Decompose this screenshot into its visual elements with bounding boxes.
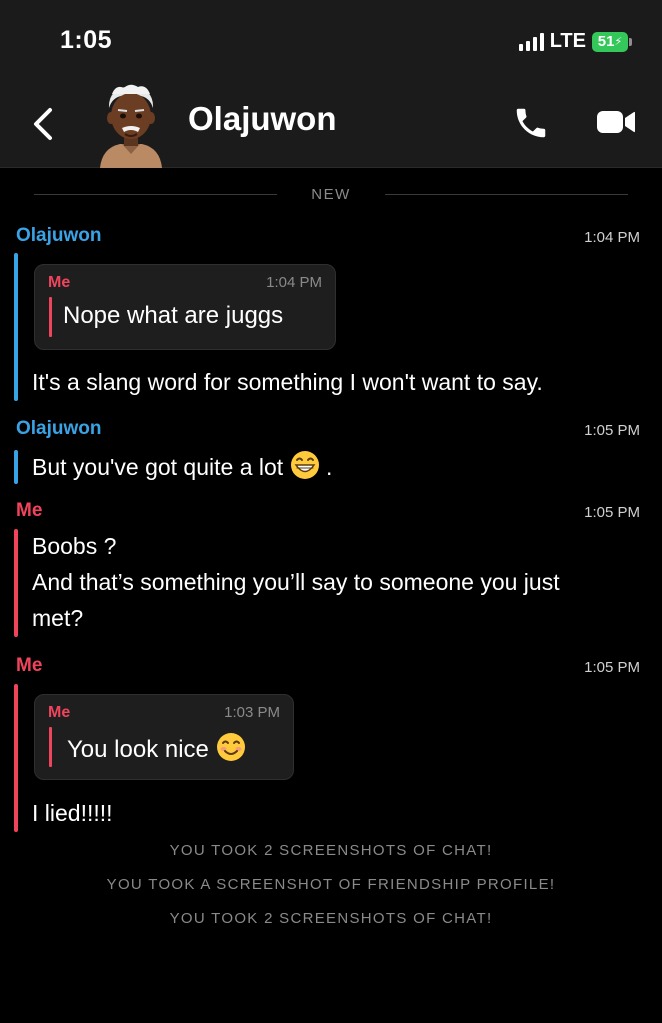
- message-text-line[interactable]: met?: [32, 600, 83, 636]
- message-bar: [14, 529, 18, 637]
- message-text-line[interactable]: Boobs ?: [32, 528, 116, 564]
- status-time: 1:05: [60, 26, 113, 54]
- back-arrow-icon[interactable]: [28, 104, 58, 144]
- message-sender: Me: [16, 655, 43, 676]
- message-time: 1:05 PM: [584, 659, 640, 676]
- quote-time: 1:03 PM: [224, 704, 280, 721]
- message-text[interactable]: I lied!!!!!: [32, 795, 113, 831]
- quote-time: 1:04 PM: [266, 274, 322, 291]
- quote-text-content: You look nice: [67, 736, 209, 763]
- message-time: 1:05 PM: [584, 422, 640, 439]
- divider-line: [384, 193, 628, 195]
- quoted-message[interactable]: Me 1:04 PM Nope what are juggs: [34, 264, 336, 350]
- message-bar: [14, 684, 18, 832]
- message-time: 1:05 PM: [584, 504, 640, 521]
- new-messages-divider: NEW: [34, 184, 628, 204]
- video-camera-icon[interactable]: [596, 106, 636, 138]
- message-bar: [14, 253, 18, 401]
- message-sender: Olajuwon: [16, 418, 102, 439]
- message-sender: Me: [16, 500, 43, 521]
- system-notice: YOU TOOK 2 SCREENSHOTS OF CHAT!: [169, 910, 493, 927]
- contact-name[interactable]: Olajuwon: [188, 100, 337, 138]
- system-notice: YOU TOOK A SCREENSHOT OF FRIENDSHIP PROF…: [106, 876, 556, 893]
- message-bar: [14, 450, 18, 484]
- message-text-content: But you've got quite a lot: [32, 454, 284, 480]
- smiling-face-emoji-icon: [216, 733, 245, 761]
- system-notice: YOU TOOK 2 SCREENSHOTS OF CHAT!: [169, 842, 493, 859]
- battery-icon: 51 ⚡: [592, 31, 632, 52]
- message-text-suffix: .: [325, 454, 333, 480]
- divider-line: [34, 193, 278, 195]
- divider-label: NEW: [311, 185, 351, 203]
- quote-sender: Me: [48, 704, 71, 721]
- quote-text: You look nice: [67, 732, 246, 764]
- message-text[interactable]: It's a slang word for something I won't …: [32, 364, 543, 400]
- phone-icon[interactable]: [512, 104, 550, 142]
- message-text-line[interactable]: And that’s something you’ll say to someo…: [32, 564, 560, 600]
- status-indicators: LTE 51 ⚡: [518, 30, 632, 53]
- avatar[interactable]: [94, 80, 168, 168]
- battery-level: 51: [597, 33, 615, 50]
- grinning-face-emoji-icon: [290, 451, 319, 479]
- quoted-message[interactable]: Me 1:03 PM You look nice: [34, 694, 294, 780]
- message-time: 1:04 PM: [584, 229, 640, 246]
- quote-bar: [49, 727, 52, 767]
- chat-header: 1:05 LTE 51 ⚡ Olajuwon: [0, 0, 662, 168]
- quote-text: Nope what are juggs: [63, 302, 284, 329]
- quote-bar: [49, 297, 52, 337]
- signal-icon: [518, 32, 544, 51]
- network-type: LTE: [549, 30, 586, 52]
- quote-sender: Me: [48, 274, 71, 291]
- message-sender: Olajuwon: [16, 225, 102, 246]
- message-text[interactable]: But you've got quite a lot .: [32, 449, 332, 485]
